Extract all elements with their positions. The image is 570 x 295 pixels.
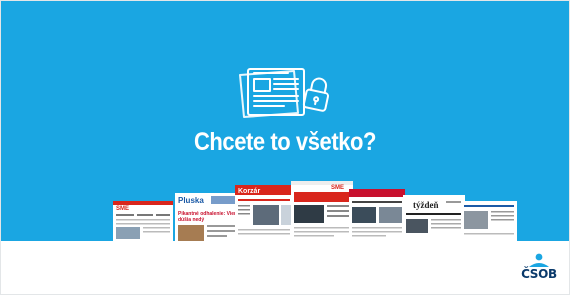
- newspaper-thumb-4: SME: [291, 181, 353, 241]
- newspaper-thumb-5: [349, 189, 405, 241]
- masthead-korzar: Korzár: [238, 188, 260, 195]
- masthead-tyzden: týždeň: [413, 200, 439, 210]
- newspaper-collage: SME Pluska Pikantné odhalenie: Vieme, kt…: [113, 181, 517, 241]
- newspaper-thumb-7: [461, 201, 517, 241]
- pluska-headline-2: dúšia nedý: [178, 217, 204, 223]
- csob-logo[interactable]: ČSOB: [521, 253, 557, 287]
- newspaper-thumb-6: týždeň: [403, 195, 465, 241]
- masthead-sme-2: SME: [331, 185, 344, 191]
- newspaper-thumb-3: Korzár: [235, 185, 293, 241]
- promo-banner[interactable]: Chcete to všetko? SME Pluska Pikantné od…: [1, 1, 569, 241]
- padlock-icon: [302, 77, 330, 112]
- footer-bar: ČSOB: [1, 241, 569, 294]
- newspaper-lock-illustration: [239, 68, 330, 118]
- headline: Chcete to všetko?: [193, 128, 377, 156]
- ad-frame[interactable]: Chcete to všetko? SME Pluska Pikantné od…: [0, 0, 570, 295]
- newspaper-thumb-1: SME: [113, 201, 173, 241]
- masthead-pluska: Pluska: [178, 196, 204, 205]
- csob-logo-text: ČSOB: [521, 267, 557, 281]
- csob-logo-icon: [529, 253, 549, 267]
- masthead-sme-1: SME: [116, 206, 129, 212]
